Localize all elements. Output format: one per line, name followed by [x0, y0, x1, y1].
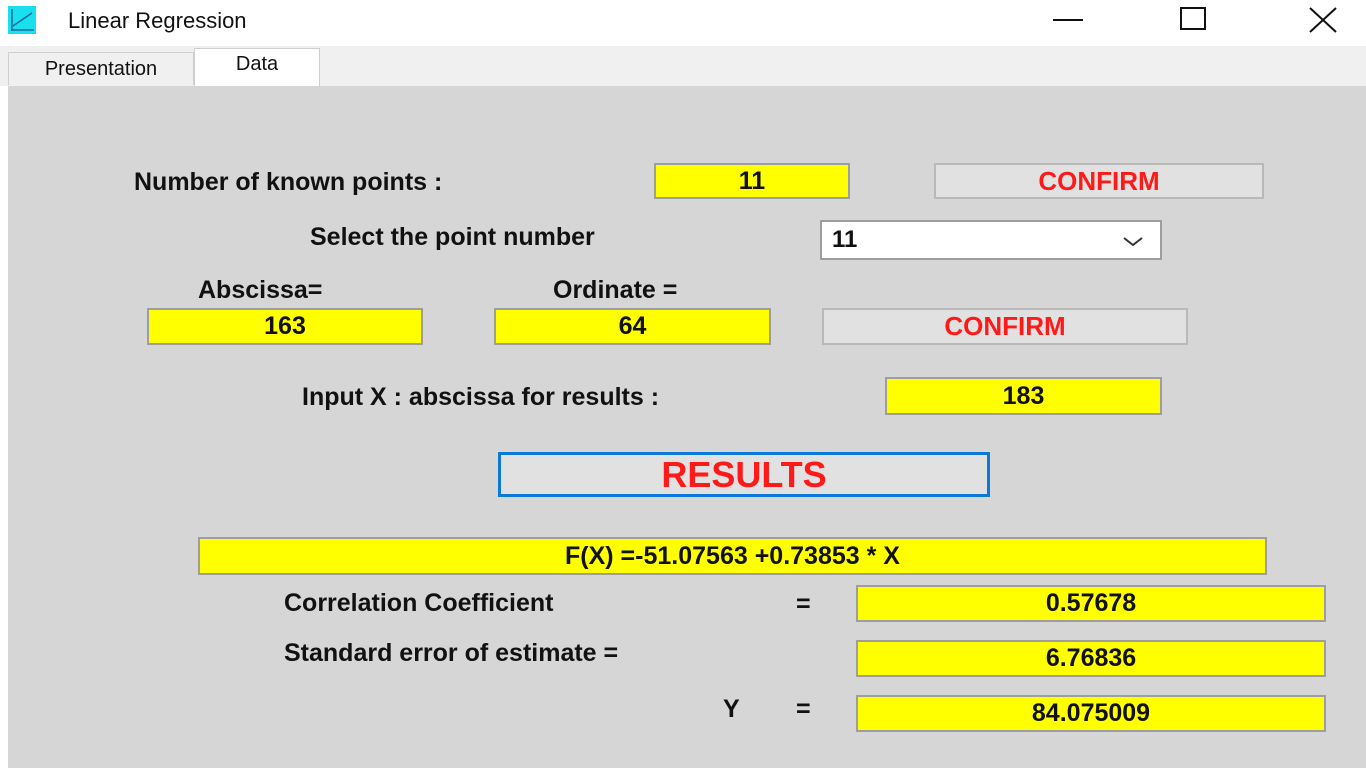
- close-button[interactable]: [1256, 0, 1366, 40]
- std-error-field: 6.76836: [856, 640, 1326, 677]
- close-icon: [1309, 7, 1337, 33]
- tab-data[interactable]: Data: [194, 48, 320, 86]
- window-title: Linear Regression: [68, 8, 247, 33]
- chart-app-icon: [8, 6, 36, 34]
- confirm-point-button[interactable]: CONFIRM: [822, 308, 1188, 345]
- tab-strip: Presentation Data: [0, 46, 1366, 86]
- maximize-button[interactable]: [1138, 0, 1248, 40]
- confirm-points-button[interactable]: CONFIRM: [934, 163, 1264, 199]
- equation-field: F(X) =-51.07563 +0.73853 * X: [198, 537, 1267, 575]
- select-point-label: Select the point number: [310, 223, 595, 251]
- minimize-icon: [1053, 19, 1083, 21]
- abscissa-label: Abscissa=: [198, 276, 323, 304]
- point-number-value: 11: [832, 226, 858, 253]
- results-button[interactable]: RESULTS: [498, 452, 990, 497]
- abscissa-field[interactable]: 163: [147, 308, 423, 345]
- input-x-label: Input X : abscissa for results :: [302, 383, 660, 411]
- std-error-label: Standard error of estimate =: [284, 639, 619, 667]
- maximize-icon: [1180, 7, 1206, 30]
- chevron-down-icon: [1123, 237, 1143, 247]
- known-points-label: Number of known points :: [134, 168, 443, 196]
- title-bar: Linear Regression: [0, 0, 1366, 46]
- tab-presentation[interactable]: Presentation: [8, 52, 194, 85]
- ordinate-label: Ordinate =: [553, 276, 678, 304]
- minimize-button[interactable]: [1014, 0, 1124, 40]
- y-field: 84.075009: [856, 695, 1326, 732]
- correlation-equals: =: [796, 590, 811, 618]
- ordinate-field[interactable]: 64: [494, 308, 771, 345]
- known-points-field[interactable]: 11: [654, 163, 850, 199]
- correlation-field: 0.57678: [856, 585, 1326, 622]
- correlation-label: Correlation Coefficient: [284, 589, 554, 617]
- y-equals: =: [796, 695, 811, 723]
- point-number-select[interactable]: 11: [820, 220, 1162, 260]
- data-panel: Number of known points : 11 CONFIRM Sele…: [8, 86, 1366, 768]
- y-label: Y: [723, 695, 740, 723]
- input-x-field[interactable]: 183: [885, 377, 1162, 415]
